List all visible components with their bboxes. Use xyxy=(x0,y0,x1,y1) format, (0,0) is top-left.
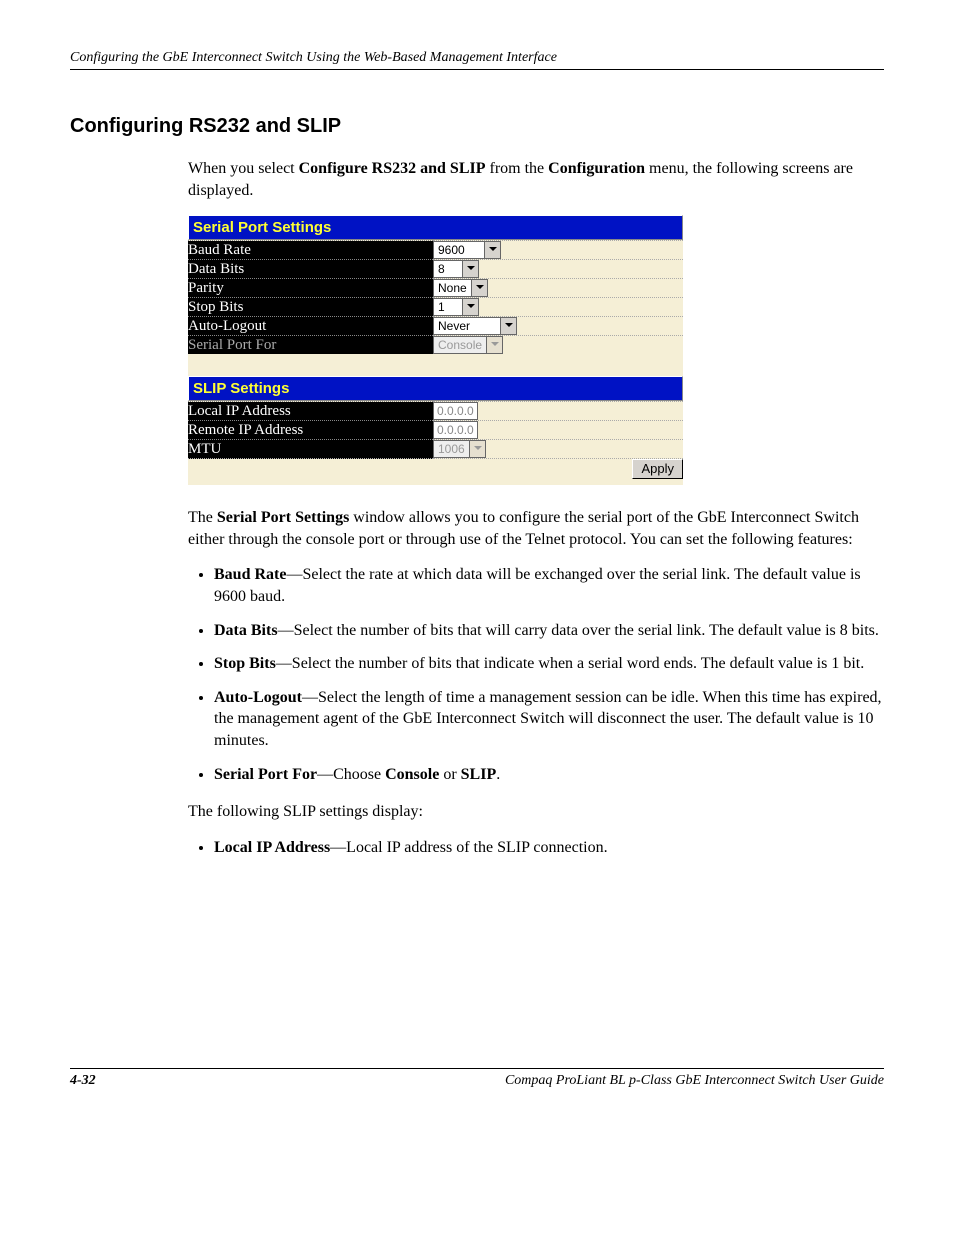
settings-screenshot: Serial Port Settings Baud Rate 9600 Data… xyxy=(188,215,683,485)
stop-bits-label: Stop Bits xyxy=(188,298,433,317)
chevron-down-icon[interactable] xyxy=(500,318,516,334)
feature-name: Data Bits xyxy=(214,622,278,639)
local-ip-input[interactable]: 0.0.0.0 xyxy=(433,402,478,420)
document-title: Compaq ProLiant BL p-Class GbE Interconn… xyxy=(505,1073,884,1089)
stop-bits-value: 1 xyxy=(434,299,462,315)
chevron-down-icon xyxy=(469,441,485,457)
feature-text: —Select the rate at which data will be e… xyxy=(214,566,861,605)
remote-ip-label: Remote IP Address xyxy=(188,421,433,440)
chevron-down-icon[interactable] xyxy=(471,280,487,296)
parity-value: None xyxy=(434,280,471,296)
feature-list: Baud Rate—Select the rate at which data … xyxy=(188,564,884,785)
mtu-label: MTU xyxy=(188,440,433,459)
baud-rate-select[interactable]: 9600 xyxy=(433,241,501,259)
list-item: Auto-Logout—Select the length of time a … xyxy=(214,687,884,752)
chevron-down-icon xyxy=(486,337,502,353)
data-bits-label: Data Bits xyxy=(188,260,433,279)
auto-logout-select[interactable]: Never xyxy=(433,317,517,335)
text: or xyxy=(439,766,460,783)
list-item: Stop Bits—Select the number of bits that… xyxy=(214,653,884,675)
list-item: Local IP Address—Local IP address of the… xyxy=(214,837,884,859)
mtu-value: 1006 xyxy=(434,441,469,457)
data-bits-select[interactable]: 8 xyxy=(433,260,479,278)
chevron-down-icon[interactable] xyxy=(484,242,500,258)
slip-list: Local IP Address—Local IP address of the… xyxy=(188,837,884,859)
chevron-down-icon[interactable] xyxy=(462,261,478,277)
section-heading: Configuring RS232 and SLIP xyxy=(70,115,884,138)
data-bits-value: 8 xyxy=(434,261,462,277)
feature-name: Baud Rate xyxy=(214,566,286,583)
feature-name: Auto-Logout xyxy=(214,689,302,706)
serial-settings-description: The Serial Port Settings window allows y… xyxy=(188,507,884,550)
feature-text: —Select the number of bits that will car… xyxy=(278,622,879,639)
feature-text: —Select the number of bits that indicate… xyxy=(276,655,864,672)
text-bold: Serial Port Settings xyxy=(217,509,349,526)
feature-name: Stop Bits xyxy=(214,655,276,672)
auto-logout-value: Never xyxy=(434,318,500,334)
feature-text: —Select the length of time a management … xyxy=(214,689,882,749)
remote-ip-input[interactable]: 0.0.0.0 xyxy=(433,421,478,439)
intro-bold-1: Configure RS232 and SLIP xyxy=(299,160,486,177)
running-header: Configuring the GbE Interconnect Switch … xyxy=(70,50,884,70)
intro-text-mid: from the xyxy=(485,160,548,177)
local-ip-label: Local IP Address xyxy=(188,402,433,421)
stop-bits-select[interactable]: 1 xyxy=(433,298,479,316)
serial-port-settings-header: Serial Port Settings xyxy=(188,215,683,240)
feature-name: Serial Port For xyxy=(214,766,317,783)
chevron-down-icon[interactable] xyxy=(462,299,478,315)
intro-bold-2: Configuration xyxy=(548,160,645,177)
page-footer: 4-32 Compaq ProLiant BL p-Class GbE Inte… xyxy=(70,1068,884,1089)
baud-rate-label: Baud Rate xyxy=(188,241,433,260)
baud-rate-value: 9600 xyxy=(434,242,484,258)
intro-text: When you select xyxy=(188,160,299,177)
apply-button[interactable]: Apply xyxy=(632,459,683,479)
text: . xyxy=(496,766,500,783)
text: —Choose xyxy=(317,766,385,783)
text: The xyxy=(188,509,217,526)
auto-logout-label: Auto-Logout xyxy=(188,317,433,336)
feature-name: Local IP Address xyxy=(214,839,330,856)
serial-port-for-value: Console xyxy=(434,337,486,353)
list-item: Serial Port For—Choose Console or SLIP. xyxy=(214,764,884,786)
text-bold: Console xyxy=(385,766,439,783)
slip-settings-header: SLIP Settings xyxy=(188,376,683,401)
list-item: Data Bits—Select the number of bits that… xyxy=(214,620,884,642)
parity-select[interactable]: None xyxy=(433,279,488,297)
feature-text: —Local IP address of the SLIP connection… xyxy=(330,839,607,856)
slip-intro-paragraph: The following SLIP settings display: xyxy=(188,801,884,823)
list-item: Baud Rate—Select the rate at which data … xyxy=(214,564,884,607)
page-number: 4-32 xyxy=(70,1073,96,1089)
serial-port-for-select: Console xyxy=(433,336,503,354)
parity-label: Parity xyxy=(188,279,433,298)
mtu-select: 1006 xyxy=(433,440,486,458)
intro-paragraph: When you select Configure RS232 and SLIP… xyxy=(188,158,884,201)
serial-port-for-label: Serial Port For xyxy=(188,336,433,355)
text-bold: SLIP xyxy=(461,766,497,783)
